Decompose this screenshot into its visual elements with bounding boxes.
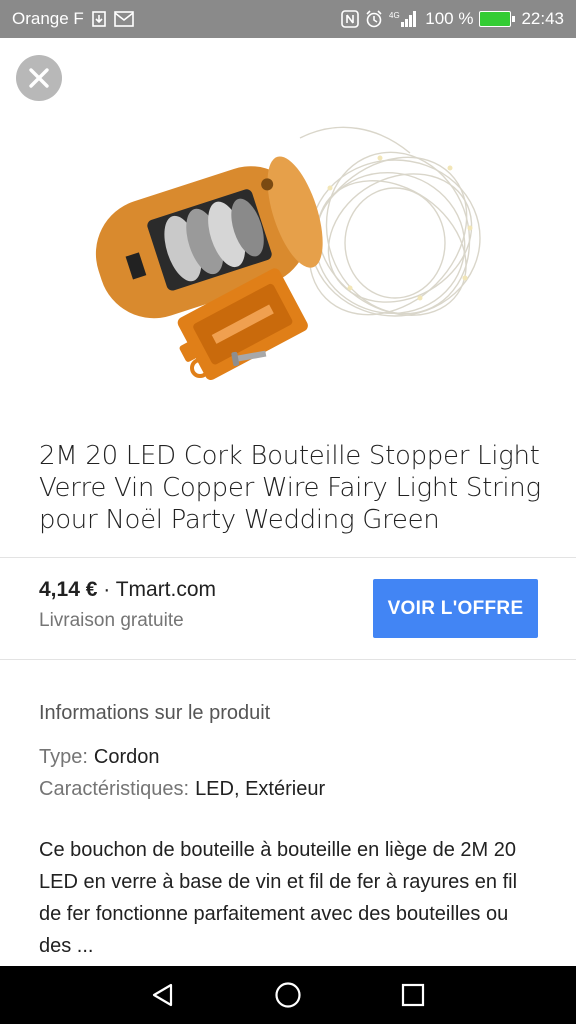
offer-price-line: 4,14 € · Tmart.com (39, 578, 216, 602)
alarm-icon (365, 10, 383, 28)
spec-row-features: Caractéristiques: LED, Extérieur (39, 778, 325, 801)
nfc-icon (341, 10, 360, 28)
recents-icon (402, 983, 425, 1007)
close-icon (29, 68, 49, 88)
home-button[interactable] (268, 975, 308, 1015)
divider-top (0, 557, 576, 558)
offer-price: 4,14 € (39, 578, 98, 601)
network-type: 4G (389, 11, 400, 20)
home-icon (275, 982, 301, 1008)
product-info-heading: Informations sur le produit (39, 702, 271, 724)
back-icon (152, 983, 172, 1007)
product-image (0, 38, 576, 418)
product-title: 2M 20 LED Cork Bouteille Stopper Light V… (39, 441, 541, 535)
recents-button[interactable] (393, 975, 433, 1015)
mail-icon (114, 11, 134, 27)
status-left: Orange F (12, 9, 341, 29)
spec-row-type: Type: Cordon (39, 746, 160, 769)
cork-bottle-light-product-photo (95, 126, 481, 380)
status-bar: Orange F 4G 100 % 22:43 (0, 0, 576, 38)
sim-icon (92, 11, 106, 27)
status-right: 4G 100 % 22:43 (341, 9, 564, 29)
signal-icon: 4G (389, 10, 419, 28)
spec-label: Caractéristiques: (39, 778, 190, 800)
offer-separator: · (97, 578, 116, 601)
back-button[interactable] (143, 975, 183, 1015)
clock: 22:43 (521, 9, 564, 28)
offer-merchant: Tmart.com (115, 578, 217, 601)
view-offer-button[interactable]: VOIR L'OFFRE (373, 579, 538, 638)
divider-bottom (0, 659, 576, 660)
navigation-bar (0, 966, 576, 1024)
offer-shipping: Livraison gratuite (39, 610, 184, 631)
carrier-name: Orange F (12, 9, 84, 28)
close-button[interactable] (16, 55, 62, 101)
spec-value: Cordon (93, 746, 160, 768)
product-description: Ce bouchon de bouteille à bouteille en l… (39, 839, 518, 957)
battery-charging-icon (479, 11, 516, 27)
spec-label: Type: (39, 746, 88, 768)
spec-value: LED, Extérieur (195, 778, 326, 800)
battery-percent: 100 % (425, 9, 474, 28)
